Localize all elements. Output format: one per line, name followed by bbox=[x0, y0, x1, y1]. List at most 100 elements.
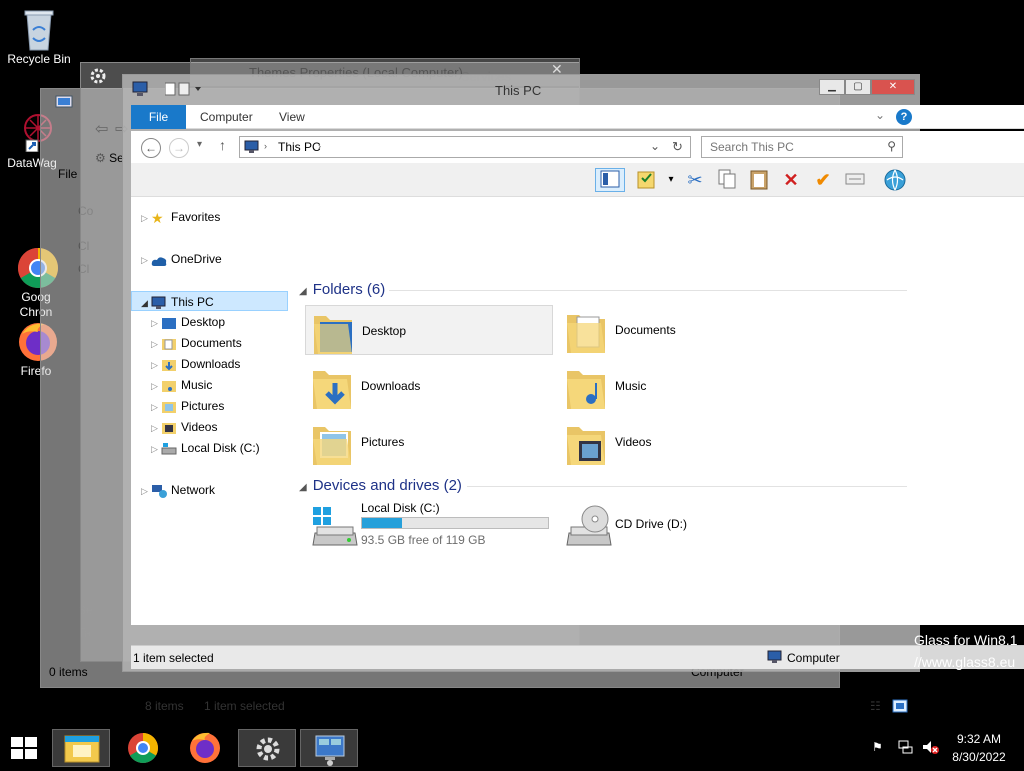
drive-tile-cd-drive[interactable]: CD Drive (D:) bbox=[559, 499, 807, 553]
taskbar-file-explorer[interactable] bbox=[52, 729, 110, 767]
forward-button[interactable]: → bbox=[169, 138, 189, 158]
taskbar-server-manager[interactable] bbox=[300, 729, 358, 767]
nav-item-videos[interactable]: ▷ Videos bbox=[151, 417, 217, 437]
watermark-url: //www.glass8.eu bbox=[914, 654, 1016, 670]
explorer-window[interactable]: This PC ▁ ▢ ✕ File Computer View ⌄ ? ← →… bbox=[122, 74, 1024, 713]
nav-item-documents[interactable]: ▷ Documents bbox=[151, 333, 242, 353]
toolbar: ▾ ✂ ✕ ✔ bbox=[131, 163, 1024, 197]
address-dropdown-icon[interactable]: ⌄ bbox=[650, 139, 660, 153]
expand-arrow-icon[interactable]: ▷ bbox=[141, 208, 151, 228]
folder-label: Documents bbox=[615, 323, 676, 337]
tab-computer[interactable]: Computer bbox=[186, 105, 267, 129]
folder-label: Desktop bbox=[362, 324, 407, 338]
nav-item-onedrive[interactable]: ▷ OneDrive bbox=[141, 249, 222, 269]
title-bar[interactable]: This PC ▁ ▢ ✕ bbox=[123, 75, 919, 105]
pictures-icon bbox=[311, 419, 351, 465]
music-icon bbox=[565, 363, 605, 409]
details-view-icon[interactable]: ☷ bbox=[870, 699, 881, 713]
drive-icon bbox=[161, 442, 177, 456]
folder-tile-desktop[interactable]: Desktop bbox=[305, 305, 553, 355]
copy-icon[interactable] bbox=[715, 168, 739, 192]
clock-time[interactable]: 9:32 AM bbox=[944, 732, 1014, 746]
close-button[interactable]: ✕ bbox=[871, 79, 915, 95]
videos-icon bbox=[565, 419, 605, 465]
collapse-arrow-icon[interactable]: ◢ bbox=[141, 293, 151, 313]
paste-icon[interactable] bbox=[747, 168, 771, 192]
services-node[interactable]: ⚙ Se bbox=[95, 151, 124, 165]
search-input[interactable]: Search This PC ⚲ bbox=[701, 136, 903, 158]
group-divider bbox=[389, 290, 907, 291]
back-button[interactable]: ← bbox=[141, 138, 161, 158]
documents-icon bbox=[161, 337, 177, 351]
breadcrumb[interactable]: This PC bbox=[278, 140, 321, 154]
downloads-icon bbox=[311, 363, 351, 409]
expand-arrow-icon[interactable]: ▷ bbox=[141, 250, 151, 270]
preview-pane-icon[interactable] bbox=[595, 168, 625, 192]
quick-access-icon[interactable] bbox=[164, 81, 205, 100]
music-icon bbox=[161, 379, 177, 393]
folder-tile-videos[interactable]: Videos bbox=[559, 417, 807, 467]
taskbar-services[interactable] bbox=[238, 729, 296, 767]
downloads-icon bbox=[161, 358, 177, 372]
nav-item-this-pc[interactable]: ◢ This PC bbox=[131, 291, 288, 311]
nav-item-desktop[interactable]: ▷ Desktop bbox=[151, 312, 225, 332]
help-icon[interactable]: ? bbox=[896, 109, 912, 125]
content-area: ▷ ★ Favorites ▷ OneDrive ◢ This PC ▷ Desktop … bbox=[131, 197, 1024, 713]
start-button[interactable] bbox=[0, 729, 48, 767]
refresh-icon[interactable]: ↻ bbox=[672, 139, 683, 155]
tab-view[interactable]: View bbox=[265, 105, 319, 129]
maximize-button[interactable]: ▢ bbox=[845, 79, 871, 95]
mmc-status-bar: 1 item selected Computer bbox=[131, 645, 1024, 669]
nav-item-network[interactable]: ▷ Network bbox=[141, 480, 215, 500]
folder-tile-pictures[interactable]: Pictures bbox=[305, 417, 553, 467]
address-bar[interactable]: › This PC › ⌄ ↻ bbox=[239, 136, 691, 158]
cloud-icon bbox=[151, 253, 167, 267]
videos-icon bbox=[161, 421, 177, 435]
folder-tile-documents[interactable]: Documents bbox=[559, 305, 807, 355]
volume-muted-icon[interactable] bbox=[921, 739, 939, 758]
cut-icon[interactable]: ✂ bbox=[683, 168, 707, 192]
ribbon-expand-icon[interactable]: ⌄ bbox=[875, 108, 885, 122]
drive-label: Local Disk (C:) bbox=[361, 501, 440, 515]
recent-locations-icon[interactable]: ▾ bbox=[197, 139, 202, 150]
tab-file[interactable]: File bbox=[131, 105, 186, 129]
taskbar-chrome[interactable] bbox=[114, 729, 172, 767]
window-title: This PC bbox=[495, 83, 542, 98]
taskbar: ⚑ 9:32 AM 8/30/2022 bbox=[0, 728, 1024, 768]
nav-item-favorites[interactable]: ▷ ★ Favorites bbox=[141, 207, 220, 227]
nav-item-music[interactable]: ▷ Music bbox=[151, 375, 212, 395]
properties-icon[interactable] bbox=[635, 168, 659, 192]
nav-item-downloads[interactable]: ▷ Downloads bbox=[151, 354, 240, 374]
computer-icon bbox=[151, 296, 167, 310]
minimize-button[interactable]: ▁ bbox=[819, 79, 845, 95]
drive-usage-bar bbox=[361, 517, 549, 529]
select-all-icon[interactable] bbox=[843, 168, 867, 192]
folder-label: Videos bbox=[615, 435, 652, 449]
folders-group-header[interactable]: ◢ Folders (6) bbox=[299, 281, 385, 298]
folder-tile-music[interactable]: Music bbox=[559, 361, 807, 411]
flag-icon[interactable]: ⚑ bbox=[872, 740, 883, 754]
collapse-arrow-icon[interactable]: ◢ bbox=[299, 286, 307, 297]
taskbar-firefox[interactable] bbox=[176, 729, 234, 767]
network-globe-icon[interactable] bbox=[883, 168, 907, 192]
menu-file[interactable]: File bbox=[58, 167, 77, 181]
nav-item-pictures[interactable]: ▷ Pictures bbox=[151, 396, 224, 416]
back-arrow-icon[interactable]: ⇦ bbox=[95, 119, 108, 139]
network-status-icon[interactable] bbox=[897, 739, 913, 758]
star-icon: ★ bbox=[151, 209, 164, 226]
desktop-icon-recycle-bin[interactable]: Recycle Bin bbox=[1, 8, 77, 66]
drive-usage-fill bbox=[362, 518, 402, 528]
folder-tile-downloads[interactable]: Downloads bbox=[305, 361, 553, 411]
drives-group-header[interactable]: ◢ Devices and drives (2) bbox=[299, 477, 462, 494]
folder-label: Downloads bbox=[361, 379, 421, 393]
delete-icon[interactable]: ✕ bbox=[779, 168, 803, 192]
dropdown-arrow-icon[interactable]: ▾ bbox=[659, 168, 683, 192]
computer-icon bbox=[244, 140, 260, 157]
up-button[interactable]: ↑ bbox=[219, 137, 226, 153]
large-icons-view-icon[interactable] bbox=[892, 699, 908, 716]
clock-date[interactable]: 8/30/2022 bbox=[944, 750, 1014, 764]
nav-item-local-disk[interactable]: ▷ Local Disk (C:) bbox=[151, 438, 260, 458]
drive-tile-local-disk[interactable]: Local Disk (C:) 93.5 GB free of 119 GB bbox=[305, 499, 553, 553]
collapse-arrow-icon[interactable]: ◢ bbox=[299, 482, 307, 493]
rename-check-icon[interactable]: ✔ bbox=[811, 168, 835, 192]
